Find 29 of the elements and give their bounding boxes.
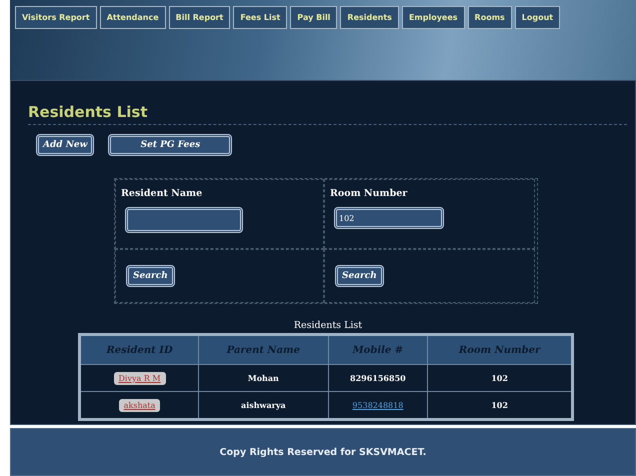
search-button[interactable]: Search — [126, 265, 175, 287]
input-field[interactable] — [125, 207, 243, 233]
nav-link[interactable]: Bill Report — [168, 6, 230, 29]
page-title: Residents List — [28, 103, 627, 125]
column-header: Parent Name — [198, 334, 328, 364]
nav-link[interactable]: Attendance — [100, 6, 166, 29]
copyright-text: Copy Rights Reserved for SKSVMACET. — [220, 446, 426, 458]
column-header: Mobile # — [328, 334, 428, 364]
input-field[interactable]: 102 — [334, 207, 444, 229]
table-cell: Mohan — [198, 364, 328, 392]
resident-id-link[interactable]: Divya R M — [114, 372, 166, 385]
resident-id-link[interactable]: akshata — [118, 399, 160, 412]
nav-link[interactable]: Visitors Report — [15, 6, 97, 29]
table-caption: Residents List — [292, 320, 364, 331]
column-header: Room Number — [428, 334, 572, 364]
nav-link[interactable]: Fees List — [233, 6, 288, 29]
nav-link[interactable]: Pay Bill — [290, 6, 338, 29]
field-label: Resident Name — [121, 188, 204, 199]
nav-link[interactable]: Residents — [340, 6, 399, 29]
column-header: Resident ID — [80, 334, 199, 364]
action-button[interactable]: Add New — [36, 134, 94, 156]
action-button[interactable]: Set PG Fees — [108, 134, 232, 156]
nav-link[interactable]: Employees — [402, 6, 465, 29]
search-button[interactable]: Search — [335, 265, 384, 287]
field-label: Room Number — [330, 188, 408, 199]
nav-link[interactable]: Logout — [514, 6, 560, 29]
nav-link[interactable]: Rooms — [468, 6, 512, 29]
phone-link[interactable]: 9538248818 — [352, 401, 404, 410]
table-cell: 8296156850 — [350, 373, 406, 383]
